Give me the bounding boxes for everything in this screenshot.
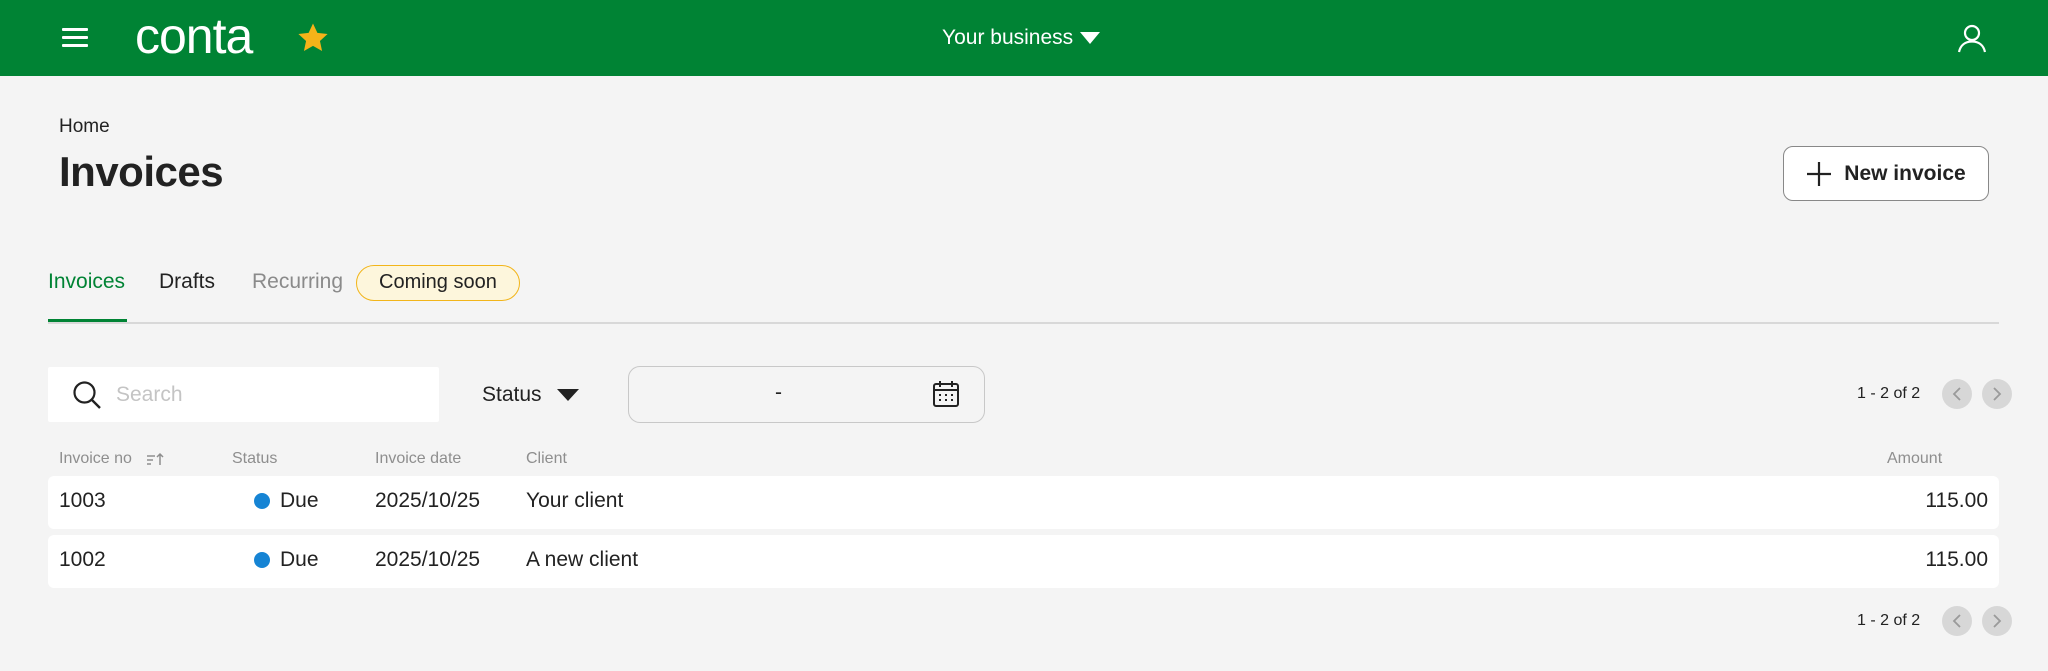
status-filter-dropdown[interactable]: Status xyxy=(482,378,580,412)
status-dot xyxy=(254,493,270,509)
search-icon xyxy=(73,380,101,409)
invoice-status: Due xyxy=(254,548,319,572)
plus-icon xyxy=(1807,161,1832,186)
page-title: Invoices xyxy=(59,148,224,195)
tab-invoices[interactable]: Invoices xyxy=(48,270,125,294)
tab-bar: Invoices Drafts Recurring Coming soon xyxy=(48,260,1999,324)
chevron-left-icon xyxy=(1952,614,1961,628)
chevron-left-icon xyxy=(1952,387,1961,401)
top-bar: conta Your business xyxy=(0,0,2048,76)
star-icon[interactable] xyxy=(296,21,330,55)
chevron-right-icon xyxy=(1993,614,2002,628)
invoice-date: 2025/10/25 xyxy=(375,548,481,571)
pagination-bottom: 1 - 2 of 2 xyxy=(1857,605,2013,637)
search-input[interactable] xyxy=(116,382,416,407)
user-icon[interactable] xyxy=(1956,22,1988,54)
invoice-amount: 115.00 xyxy=(1925,489,1988,512)
caret-down-icon xyxy=(556,389,579,401)
business-selector[interactable]: Your business xyxy=(942,22,1101,54)
prev-page-button[interactable] xyxy=(1942,379,1973,409)
calendar-icon[interactable] xyxy=(932,380,960,408)
next-page-button[interactable] xyxy=(1982,606,2013,636)
pagination-range: 1 - 2 of 2 xyxy=(1857,385,1921,402)
table-row[interactable]: 1002 Due 2025/10/25 A new client 115.00 xyxy=(48,535,1999,588)
column-header-label: Invoice no xyxy=(59,450,132,467)
status-filter-label: Status xyxy=(482,383,542,406)
status-dot xyxy=(254,552,270,568)
breadcrumb[interactable]: Home xyxy=(59,116,110,138)
tab-divider xyxy=(48,322,1999,324)
new-invoice-label: New invoice xyxy=(1844,161,1966,185)
prev-page-button[interactable] xyxy=(1942,606,1973,636)
conta-logo[interactable]: conta xyxy=(135,8,253,64)
column-header-amount: Amount xyxy=(1887,450,1943,467)
date-range-picker[interactable]: - xyxy=(628,366,985,423)
column-header-status: Status xyxy=(232,450,278,467)
table-row[interactable]: 1003 Due 2025/10/25 Your client 115.00 xyxy=(48,476,1999,529)
invoice-status: Due xyxy=(254,489,319,513)
tab-drafts[interactable]: Drafts xyxy=(159,270,215,294)
status-label: Due xyxy=(280,548,319,571)
next-page-button[interactable] xyxy=(1982,379,2013,409)
column-header-invoice-date: Invoice date xyxy=(375,450,462,467)
search-box[interactable] xyxy=(48,367,439,422)
invoice-no: 1003 xyxy=(59,489,106,512)
coming-soon-badge: Coming soon xyxy=(356,265,520,301)
invoice-date: 2025/10/25 xyxy=(375,489,481,512)
tab-recurring: Recurring xyxy=(252,270,344,293)
column-header-invoice-no[interactable]: Invoice no xyxy=(59,450,164,468)
menu-icon[interactable] xyxy=(62,27,88,49)
status-label: Due xyxy=(280,489,319,512)
date-range-separator: - xyxy=(775,381,782,404)
invoice-client: A new client xyxy=(526,548,639,571)
caret-down-icon xyxy=(1080,32,1101,44)
pagination-range: 1 - 2 of 2 xyxy=(1857,612,1921,629)
sort-ascending-icon[interactable] xyxy=(146,452,164,466)
chevron-right-icon xyxy=(1993,387,2002,401)
invoice-no: 1002 xyxy=(59,548,106,571)
business-selector-label: Your business xyxy=(942,26,1074,49)
new-invoice-button[interactable]: New invoice xyxy=(1783,146,1989,201)
column-header-client: Client xyxy=(526,450,567,467)
invoice-amount: 115.00 xyxy=(1925,548,1988,571)
invoice-client: Your client xyxy=(526,489,624,512)
pagination-top: 1 - 2 of 2 xyxy=(1857,378,2013,410)
